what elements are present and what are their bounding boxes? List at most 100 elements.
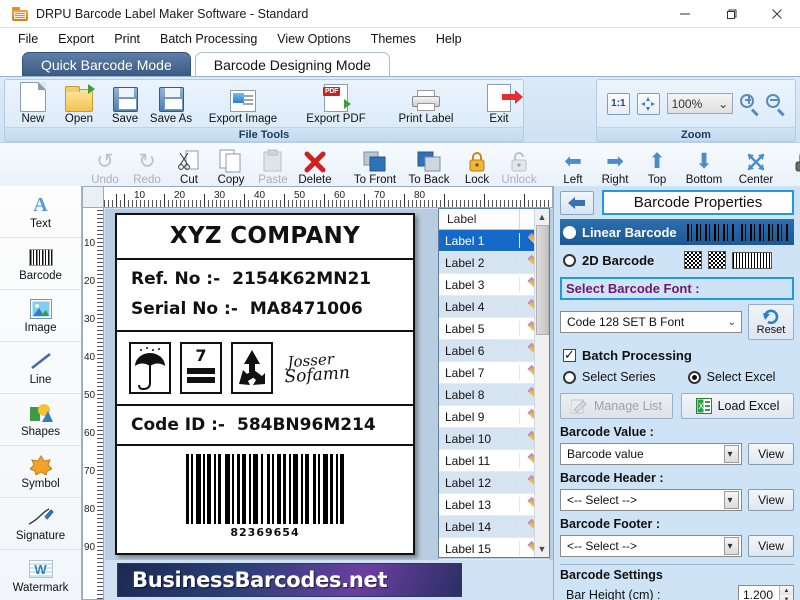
copy-button[interactable]: Copy: [210, 143, 252, 191]
unlock-button[interactable]: Unlock: [498, 143, 540, 191]
zoom-in-icon[interactable]: [740, 93, 759, 116]
save-as-button[interactable]: Save As: [149, 82, 193, 126]
linear-barcode-option[interactable]: Linear Barcode: [560, 219, 794, 245]
list-item[interactable]: Label 8: [439, 384, 549, 406]
barcode-footer-view-button[interactable]: View: [748, 535, 794, 557]
linear-barcode-radio[interactable]: [563, 225, 576, 239]
tool-item-symbol[interactable]: Symbol: [0, 446, 81, 498]
open-button[interactable]: Open: [57, 82, 101, 126]
to-back-icon: [417, 147, 441, 173]
close-icon[interactable]: [754, 0, 800, 28]
menu-item-batch-processing[interactable]: Batch Processing: [150, 30, 267, 48]
align-top-button[interactable]: ⬆ Top: [636, 143, 678, 191]
barcode-footer-select[interactable]: <-- Select --> ▾: [560, 535, 742, 557]
actual-size-button[interactable]: 1:1: [607, 92, 630, 115]
save-button[interactable]: Save: [103, 82, 147, 126]
list-item[interactable]: Label 11: [439, 450, 549, 472]
align-center-button[interactable]: Center: [730, 143, 782, 191]
export-image-button[interactable]: Export Image: [195, 82, 291, 126]
tab-barcode-designing-mode[interactable]: Barcode Designing Mode: [194, 52, 390, 76]
tab-quick-barcode-mode[interactable]: Quick Barcode Mode: [22, 52, 191, 76]
list-item[interactable]: Label 1: [439, 230, 549, 252]
chevron-down-icon[interactable]: ▾: [724, 491, 739, 509]
select-excel-radio[interactable]: [687, 370, 701, 384]
redo-button[interactable]: ↻ Redo: [126, 143, 168, 191]
menu-item-file[interactable]: File: [8, 30, 48, 48]
list-item[interactable]: Label 2: [439, 252, 549, 274]
list-item[interactable]: Label 13: [439, 494, 549, 516]
list-item[interactable]: Label 5: [439, 318, 549, 340]
linear-barcode-label: Linear Barcode: [582, 224, 677, 240]
list-item[interactable]: Label 7: [439, 362, 549, 384]
label-preview[interactable]: XYZ COMPANY Ref. No :- 2154K62MN21 Seria…: [115, 213, 415, 555]
print-label-button[interactable]: Print Label: [381, 82, 471, 126]
cut-button[interactable]: Cut: [168, 143, 210, 191]
maximize-icon[interactable]: [708, 0, 754, 28]
label-list-scrollbar[interactable]: ▲ ▼: [534, 209, 549, 557]
watermark-icon: W: [28, 557, 53, 581]
stepper-arrows[interactable]: ▲ ▼: [779, 586, 793, 600]
stepper-up-icon[interactable]: ▲: [780, 586, 793, 595]
list-item[interactable]: Label 6: [439, 340, 549, 362]
lock-button[interactable]: Lock: [456, 143, 498, 191]
menu-item-print[interactable]: Print: [104, 30, 150, 48]
tool-item-barcode[interactable]: Barcode: [0, 238, 81, 290]
scroll-up-icon[interactable]: ▲: [535, 209, 549, 225]
reset-button[interactable]: Reset: [748, 304, 794, 340]
list-item[interactable]: Label 12: [439, 472, 549, 494]
ruler-corner: [82, 186, 104, 208]
barcode-value-view-button[interactable]: View: [748, 443, 794, 465]
tool-item-image[interactable]: Image: [0, 290, 81, 342]
barcode-header-view-button[interactable]: View: [748, 489, 794, 511]
barcode-font-select[interactable]: Code 128 SET B Font ⌄: [560, 311, 742, 333]
list-item[interactable]: Label 10: [439, 428, 549, 450]
align-left-button[interactable]: ⬅ Left: [552, 143, 594, 191]
minimize-icon[interactable]: [662, 0, 708, 28]
chevron-down-icon[interactable]: ▾: [724, 445, 739, 463]
scroll-down-icon[interactable]: ▼: [535, 541, 549, 557]
tool-item-shapes[interactable]: Shapes: [0, 394, 81, 446]
batch-processing-checkbox[interactable]: [563, 347, 576, 363]
delete-button[interactable]: Delete: [294, 143, 336, 191]
menu-item-help[interactable]: Help: [426, 30, 472, 48]
align-bottom-button[interactable]: ⬇ Bottom: [678, 143, 730, 191]
select-series-radio[interactable]: [563, 370, 576, 384]
list-item[interactable]: Label 14: [439, 516, 549, 538]
list-item[interactable]: Label 9: [439, 406, 549, 428]
tool-item-text[interactable]: A Text: [0, 186, 81, 238]
tool-item-line[interactable]: Line: [0, 342, 81, 394]
print-button[interactable]: Print: [794, 143, 800, 191]
menu-item-export[interactable]: Export: [48, 30, 104, 48]
tool-item-watermark[interactable]: W Watermark: [0, 550, 81, 600]
batch-processing-row[interactable]: Batch Processing: [560, 344, 794, 366]
fit-to-screen-icon[interactable]: [636, 92, 660, 115]
load-excel-button[interactable]: X Load Excel: [681, 393, 794, 419]
menu-item-view-options[interactable]: View Options: [267, 30, 360, 48]
to-front-button[interactable]: To Front: [348, 143, 402, 191]
list-item[interactable]: Label 4: [439, 296, 549, 318]
new-button[interactable]: New: [11, 81, 55, 126]
list-item[interactable]: Label 3: [439, 274, 549, 296]
barcode-header-select[interactable]: <-- Select --> ▾: [560, 489, 742, 511]
to-back-button[interactable]: To Back: [402, 143, 456, 191]
2d-barcode-option[interactable]: 2D Barcode: [560, 247, 794, 273]
zoom-out-icon[interactable]: [766, 93, 785, 116]
list-item[interactable]: Label 15: [439, 538, 549, 560]
export-pdf-button[interactable]: PDF Export PDF: [293, 82, 379, 126]
align-right-button[interactable]: ➡ Right: [594, 143, 636, 191]
manage-list-button[interactable]: Manage List: [560, 393, 673, 419]
exit-button-label: Exit: [489, 112, 509, 125]
barcode-value-select[interactable]: Barcode value ▾: [560, 443, 742, 465]
2d-barcode-radio[interactable]: [563, 253, 576, 267]
tool-item-signature[interactable]: Signature: [0, 498, 81, 550]
stepper-down-icon[interactable]: ▼: [780, 595, 793, 600]
chevron-down-icon[interactable]: ▾: [724, 537, 739, 555]
bar-height-stepper[interactable]: 1.200 ▲ ▼: [738, 585, 794, 600]
menu-item-themes[interactable]: Themes: [361, 30, 426, 48]
undo-button[interactable]: ↺ Undo: [84, 143, 126, 191]
scrollbar-thumb[interactable]: [536, 225, 549, 335]
paste-button[interactable]: Paste: [252, 143, 294, 191]
exit-button[interactable]: Exit: [473, 82, 525, 126]
zoom-level-select[interactable]: 100% ⌄: [666, 93, 734, 114]
back-arrow-icon[interactable]: [560, 190, 594, 215]
